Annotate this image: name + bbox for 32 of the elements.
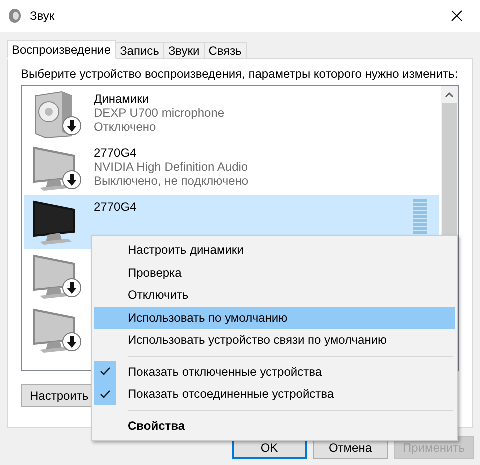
scroll-up-icon[interactable] [445,92,454,98]
device-status: Отключено [94,120,158,134]
down-arrow-badge-icon [62,170,82,190]
tab[interactable]: Воспроизведение [7,40,116,59]
check-icon [100,367,110,376]
close-icon[interactable] [451,10,463,22]
device-description: NVIDIA High Definition Audio [94,160,250,174]
device-name: Динамики [94,92,150,106]
down-arrow-badge-icon [62,278,82,298]
menu-item[interactable]: Проверка [94,262,455,284]
level-meter-icon [413,199,427,235]
device-description: DEXP U700 microphone [94,106,226,120]
down-arrow-badge-icon [62,332,82,352]
menu-item[interactable]: Использовать устройство связи по умолчанию [94,329,455,352]
speaker-icon [8,8,22,24]
tab[interactable]: Звуки [163,42,205,59]
instruction-text: Выберите устройство воспроизведения, параметры которого нужно изменить: [21,67,459,81]
device-name: 2770G4 [94,146,138,160]
monitor-icon [32,306,78,354]
monitor-icon [32,144,78,192]
check-icon [100,390,110,399]
menu-item[interactable]: Показать отключенные устройства [94,360,455,383]
menu-item[interactable]: Использовать по умолчанию [94,306,455,329]
menu-item[interactable]: Свойства [94,414,455,437]
down-arrow-badge-icon [62,116,82,136]
menu-item[interactable]: Отключить [94,284,455,306]
monitor-icon [32,252,78,300]
device-name: 2770G4 [94,200,138,214]
device-status: Выключено, не подключено [94,174,250,188]
monitor-icon [32,198,78,246]
window-title: Звук [30,9,56,23]
tab[interactable]: Связь [204,42,247,59]
